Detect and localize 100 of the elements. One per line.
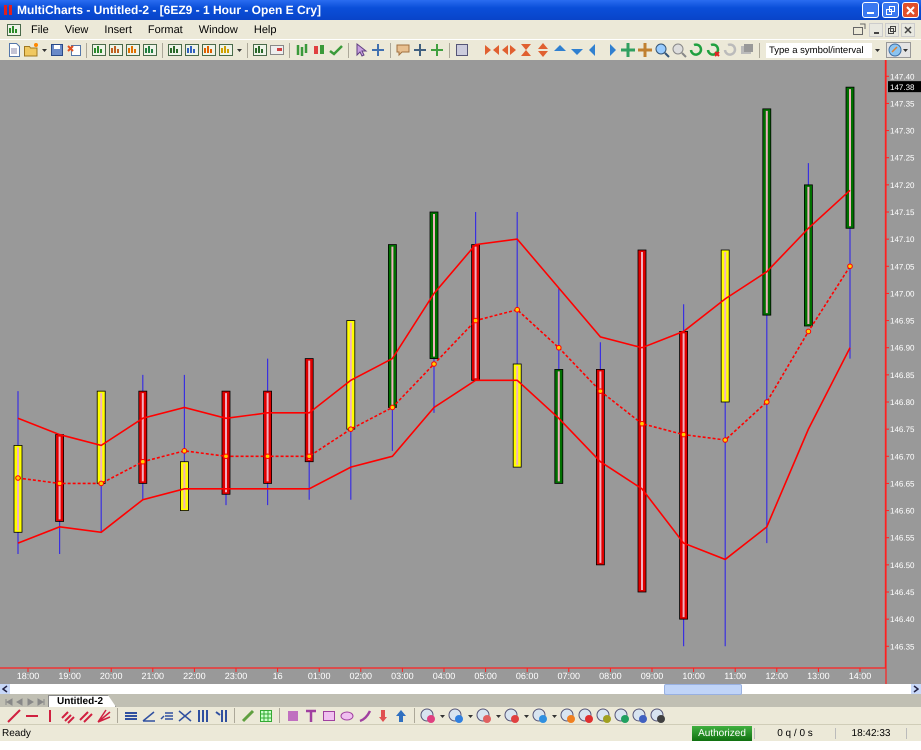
point-marker [806,328,812,334]
connection-status: Authorized [692,726,752,740]
point-marker [431,361,437,367]
check-icon[interactable] [328,42,344,58]
gauge-icon[interactable] [448,708,464,724]
bar-chart-icon[interactable] [167,42,183,58]
restore-button[interactable] [885,22,899,36]
hourglass-icon[interactable] [518,42,534,58]
chart-window-icon[interactable] [6,22,22,38]
axis-label: 18:00 [16,671,40,681]
gauge-icon[interactable] [578,708,594,724]
gauge-icon[interactable] [596,708,612,724]
chart-window-icon[interactable] [91,42,107,58]
menu-item[interactable]: File [24,22,56,36]
scroll-left-button[interactable] [0,684,10,694]
detach-icon[interactable] [851,22,867,38]
axis-label: 04:00 [432,671,456,681]
axis-label: 11:00 [724,671,746,681]
speech-bubble-icon[interactable] [395,42,411,58]
table-icon[interactable] [269,42,285,58]
diagonal-line-icon[interactable] [6,708,22,724]
close-button[interactable] [901,22,915,36]
gauge-icon[interactable] [614,708,630,724]
point-marker [514,306,520,313]
vertical-lines-icon[interactable] [213,708,229,724]
point-marker [847,263,853,270]
axis-label: 16 [272,671,283,681]
candle-chart-icon[interactable] [201,42,217,58]
crosshair-icon[interactable] [429,42,445,58]
close-document-icon[interactable] [66,42,82,58]
chart-window-icon[interactable] [108,42,124,58]
grid-icon[interactable] [258,708,274,724]
point-marker [639,420,645,427]
chart-icon[interactable] [252,42,268,58]
arrows-outward-icon[interactable] [501,42,517,58]
scroll-right-button[interactable] [911,684,921,694]
clock-time: 18:42:33 [835,728,907,738]
up-arrow-icon[interactable] [393,708,409,724]
axis-label: 147.25 [890,154,914,163]
axis-label: 147.15 [890,208,914,217]
crosshair-icon[interactable] [370,42,386,58]
axis-label: 146.45 [890,588,914,597]
chart-tab[interactable]: Untitled-2 [48,695,116,707]
fan-lines-icon[interactable] [96,708,112,724]
chart-window-icon[interactable] [142,42,158,58]
panel-icon[interactable] [454,42,470,58]
axis-label: 14:00 [848,671,872,681]
gauge-icon[interactable] [504,708,520,724]
refresh-icon[interactable] [688,42,704,58]
point-marker [182,448,188,454]
axis-label: 01:00 [308,671,330,681]
vertical-lines-icon[interactable] [195,708,211,724]
restore-icon [888,26,896,34]
point-marker [56,480,62,486]
status-message: Ready [1,728,32,738]
scrollbar-thumb[interactable] [664,684,742,694]
globe-icon [888,43,902,57]
text-icon[interactable] [303,708,319,724]
crosshair-icon[interactable] [412,42,428,58]
axis-label: 146.70 [890,452,914,462]
menu-item[interactable]: Format [140,22,190,36]
axis-label: 147.30 [890,126,914,136]
axis-label: 146.65 [890,479,914,488]
bars-icon[interactable] [294,42,310,58]
gauge-icon[interactable] [420,708,436,724]
minimize-icon [867,12,874,14]
save-icon[interactable] [49,42,65,58]
globe-dropdown[interactable] [886,42,911,58]
point-marker [556,344,562,351]
menu-item[interactable]: View [58,22,96,36]
symbol-field[interactable]: Type a symbol/interval [766,42,872,58]
refresh-icon[interactable] [705,42,721,58]
up-down-arrow-icon[interactable] [535,42,551,58]
zoom-out-icon[interactable] [671,42,687,58]
chart-window-icon[interactable] [125,42,141,58]
menu-item[interactable]: Insert [97,22,139,36]
line-chart-icon[interactable] [184,42,200,58]
gauge-icon[interactable] [476,708,492,724]
document-icon[interactable] [6,42,22,58]
arc-icon[interactable] [357,708,373,724]
point-marker [390,404,396,410]
axis-label: 13:00 [807,671,830,681]
axis-label: 02:00 [350,671,372,681]
gauge-icon[interactable] [632,708,648,724]
menu-item[interactable]: Help [246,22,284,36]
menu-item[interactable]: Window [192,22,245,36]
point-marker [98,480,104,486]
gauge-icon[interactable] [650,708,666,724]
zoom-in-icon[interactable] [654,42,670,58]
minimize-icon [874,32,878,34]
minimize-button[interactable] [869,22,883,36]
cross-lines-icon[interactable] [177,708,193,724]
axis-label: 147.05 [890,262,914,272]
gauge-icon[interactable] [532,708,548,724]
axis-label: 146.40 [890,615,914,624]
axis-label: 08:00 [599,671,622,681]
chart-type-icon[interactable] [218,42,234,58]
arrows-inward-icon[interactable] [484,42,500,58]
gauge-icon[interactable] [560,708,576,724]
quote-counter: 0 q / 0 s [754,728,835,738]
